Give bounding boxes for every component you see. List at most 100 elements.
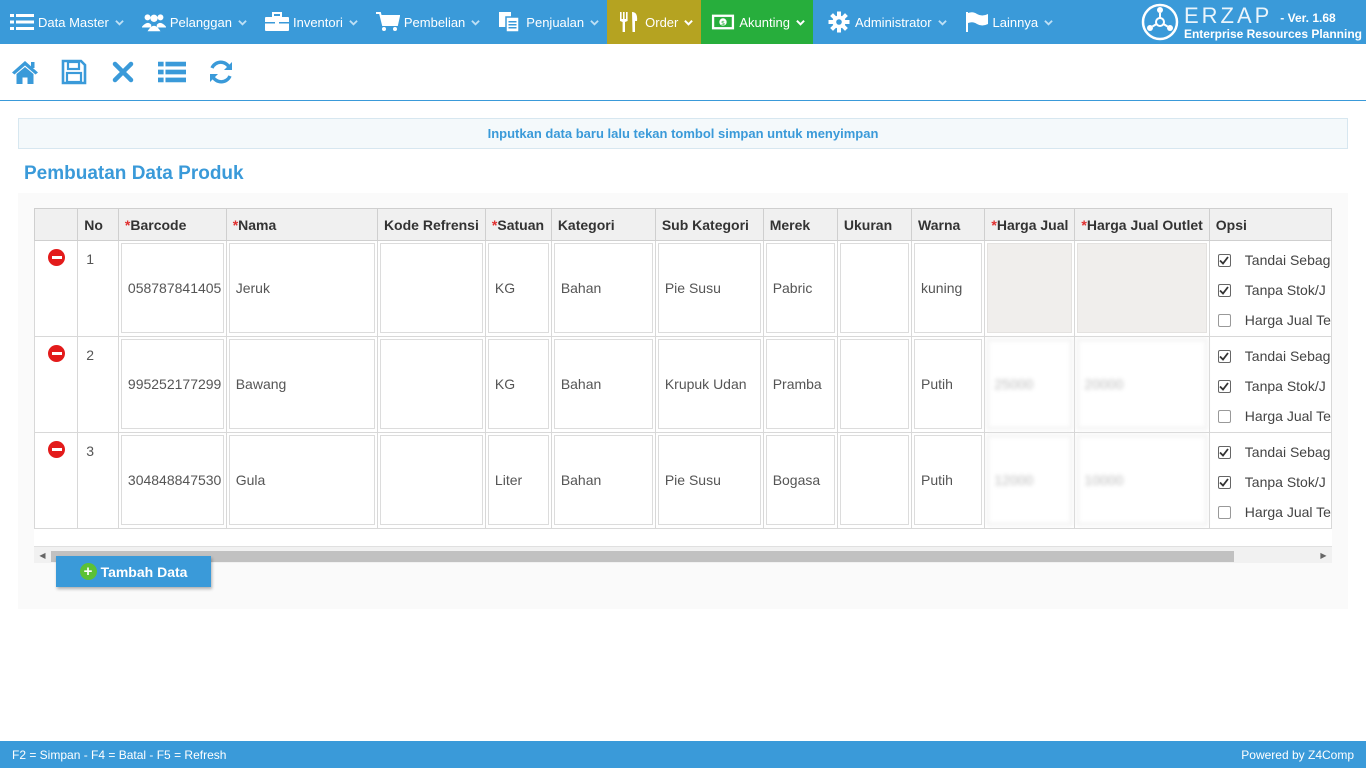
chevron-down-icon <box>590 19 599 26</box>
checkmark-icon <box>1219 477 1230 487</box>
nav-label: Order <box>645 14 679 30</box>
harga-jual-input[interactable]: 12000 <box>987 435 1073 525</box>
col-header-merek: Merek <box>762 208 838 241</box>
merek-input[interactable]: Bogasa <box>765 435 835 525</box>
kode-referensi-input[interactable] <box>379 435 483 525</box>
nav-penjualan[interactable]: Penjualan <box>488 0 607 44</box>
checkbox-unchecked[interactable] <box>1217 409 1231 423</box>
opsi-option[interactable]: Harga Jual Te <box>1217 401 1331 431</box>
ukuran-input[interactable] <box>839 243 910 333</box>
warna-input[interactable]: kuning <box>914 243 983 333</box>
checkbox-checked[interactable] <box>1217 475 1231 489</box>
harga-jual-outlet-input[interactable]: 20000 <box>1077 339 1207 429</box>
nav-inventori[interactable]: Inventori <box>255 0 366 44</box>
checkmark-icon <box>1219 255 1230 265</box>
kategori-input[interactable]: Bahan <box>553 435 653 525</box>
kode-referensi-input[interactable] <box>379 339 483 429</box>
opsi-option[interactable]: Tandai Sebag <box>1217 245 1331 275</box>
barcode-input[interactable]: 995252177299 <box>120 339 224 429</box>
cancel-button[interactable] <box>109 58 137 86</box>
briefcase-icon <box>264 12 289 32</box>
nav-data-master[interactable]: Data Master <box>0 0 132 44</box>
nama-input[interactable]: Bawang <box>228 339 375 429</box>
nama-input[interactable]: Jeruk <box>228 243 375 333</box>
nav-pembelian[interactable]: Pembelian <box>366 0 488 44</box>
refresh-button[interactable] <box>207 58 235 86</box>
chevron-down-icon <box>115 19 124 26</box>
harga-jual-input[interactable]: 25000 <box>987 339 1073 429</box>
harga-jual-outlet-input[interactable]: 10000 <box>1077 435 1207 525</box>
checkbox-checked[interactable] <box>1217 379 1231 393</box>
warna-input[interactable]: Putih <box>914 435 983 525</box>
opsi-option[interactable]: Harga Jual Te <box>1217 305 1331 335</box>
chevron-down-icon <box>937 19 947 26</box>
checkbox-checked[interactable] <box>1217 253 1231 267</box>
info-notice: Inputkan data baru lalu tekan tombol sim… <box>18 118 1348 149</box>
ukuran-input[interactable] <box>839 339 910 429</box>
satuan-input[interactable]: KG <box>487 243 549 333</box>
barcode-input[interactable]: 304848847530 <box>120 435 224 525</box>
nav-label: Pelanggan <box>169 14 232 30</box>
scroll-left-arrow-icon[interactable]: ◀ <box>34 547 51 564</box>
nav-lainnya[interactable]: Lainnya <box>955 0 1062 44</box>
svg-text:$: $ <box>721 19 725 27</box>
add-data-button[interactable]: + Tambah Data <box>56 556 211 587</box>
form-panel: No *Barcode *Nama Kode Refrensi *Satuan … <box>18 193 1348 609</box>
horizontal-scrollbar[interactable]: ◀ ▶ <box>34 546 1332 563</box>
checkmark-icon <box>1219 285 1230 295</box>
kategori-input[interactable]: Bahan <box>553 243 653 333</box>
opsi-cell: Tandai Sebag Tanpa Stok/J Harga Jual Te <box>1208 240 1332 337</box>
opsi-option[interactable]: Tandai Sebag <box>1217 341 1331 371</box>
chevron-down-icon <box>238 19 247 26</box>
satuan-input[interactable]: KG <box>487 339 549 429</box>
scrollbar-thumb[interactable] <box>51 551 1234 562</box>
sub-kategori-input[interactable]: Pie Susu <box>657 435 761 525</box>
kode-referensi-input[interactable] <box>379 243 483 333</box>
merek-input[interactable]: Pabric <box>765 243 835 333</box>
opsi-option[interactable]: Tanpa Stok/J <box>1217 275 1331 305</box>
delete-row-button[interactable] <box>48 345 65 362</box>
nav-order[interactable]: Order <box>607 0 702 44</box>
home-button[interactable] <box>11 58 39 86</box>
delete-row-button[interactable] <box>48 249 65 266</box>
merek-input[interactable]: Pramba <box>765 339 835 429</box>
nav-pelanggan[interactable]: Pelanggan <box>132 0 255 44</box>
harga-jual-input <box>987 243 1073 333</box>
minus-icon <box>51 256 62 259</box>
keyboard-shortcuts: F2 = Simpan - F4 = Batal - F5 = Refresh <box>12 747 227 762</box>
checkbox-unchecked[interactable] <box>1217 313 1231 327</box>
scroll-right-arrow-icon[interactable]: ▶ <box>1315 547 1332 564</box>
nav-administrator[interactable]: Administrator <box>813 0 955 44</box>
opsi-option[interactable]: Tanpa Stok/J <box>1217 371 1331 401</box>
checkbox-checked[interactable] <box>1217 283 1231 297</box>
nama-input[interactable]: Gula <box>228 435 375 525</box>
checkbox-checked[interactable] <box>1217 349 1231 363</box>
checkbox-checked[interactable] <box>1217 445 1231 459</box>
flag-icon <box>965 12 989 32</box>
sub-kategori-input[interactable]: Pie Susu <box>657 243 761 333</box>
opsi-option[interactable]: Tanpa Stok/J <box>1217 467 1331 497</box>
opsi-option[interactable]: Tandai Sebag <box>1217 437 1331 467</box>
ukuran-input[interactable] <box>839 435 910 525</box>
top-navigation: Data Master Pelanggan Inventori Pembelia… <box>0 0 1366 44</box>
col-header-action <box>34 208 79 241</box>
brand-subtitle: Enterprise Resources Planning <box>1183 26 1362 41</box>
checkmark-icon <box>1219 351 1230 361</box>
minus-icon <box>51 352 62 355</box>
col-header-opsi: Opsi <box>1208 208 1332 241</box>
delete-row-button[interactable] <box>48 441 65 458</box>
satuan-input[interactable]: Liter <box>487 435 549 525</box>
col-header-barcode: *Barcode <box>117 208 227 241</box>
checkbox-unchecked[interactable] <box>1217 505 1231 519</box>
save-button[interactable] <box>60 58 88 86</box>
kategori-input[interactable]: Bahan <box>553 339 653 429</box>
warna-input[interactable]: Putih <box>914 339 983 429</box>
list-button[interactable] <box>158 58 186 86</box>
barcode-input[interactable]: 058787841405 <box>120 243 224 333</box>
table-row: 1 058787841405 Jeruk KG Bahan Pie Susu P… <box>34 240 1332 337</box>
opsi-option[interactable]: Harga Jual Te <box>1217 497 1331 527</box>
sub-kategori-input[interactable]: Krupuk Udan <box>657 339 761 429</box>
nav-label: Data Master <box>38 14 109 30</box>
toolbar <box>0 44 1366 101</box>
nav-akunting[interactable]: $ Akunting <box>701 0 813 44</box>
